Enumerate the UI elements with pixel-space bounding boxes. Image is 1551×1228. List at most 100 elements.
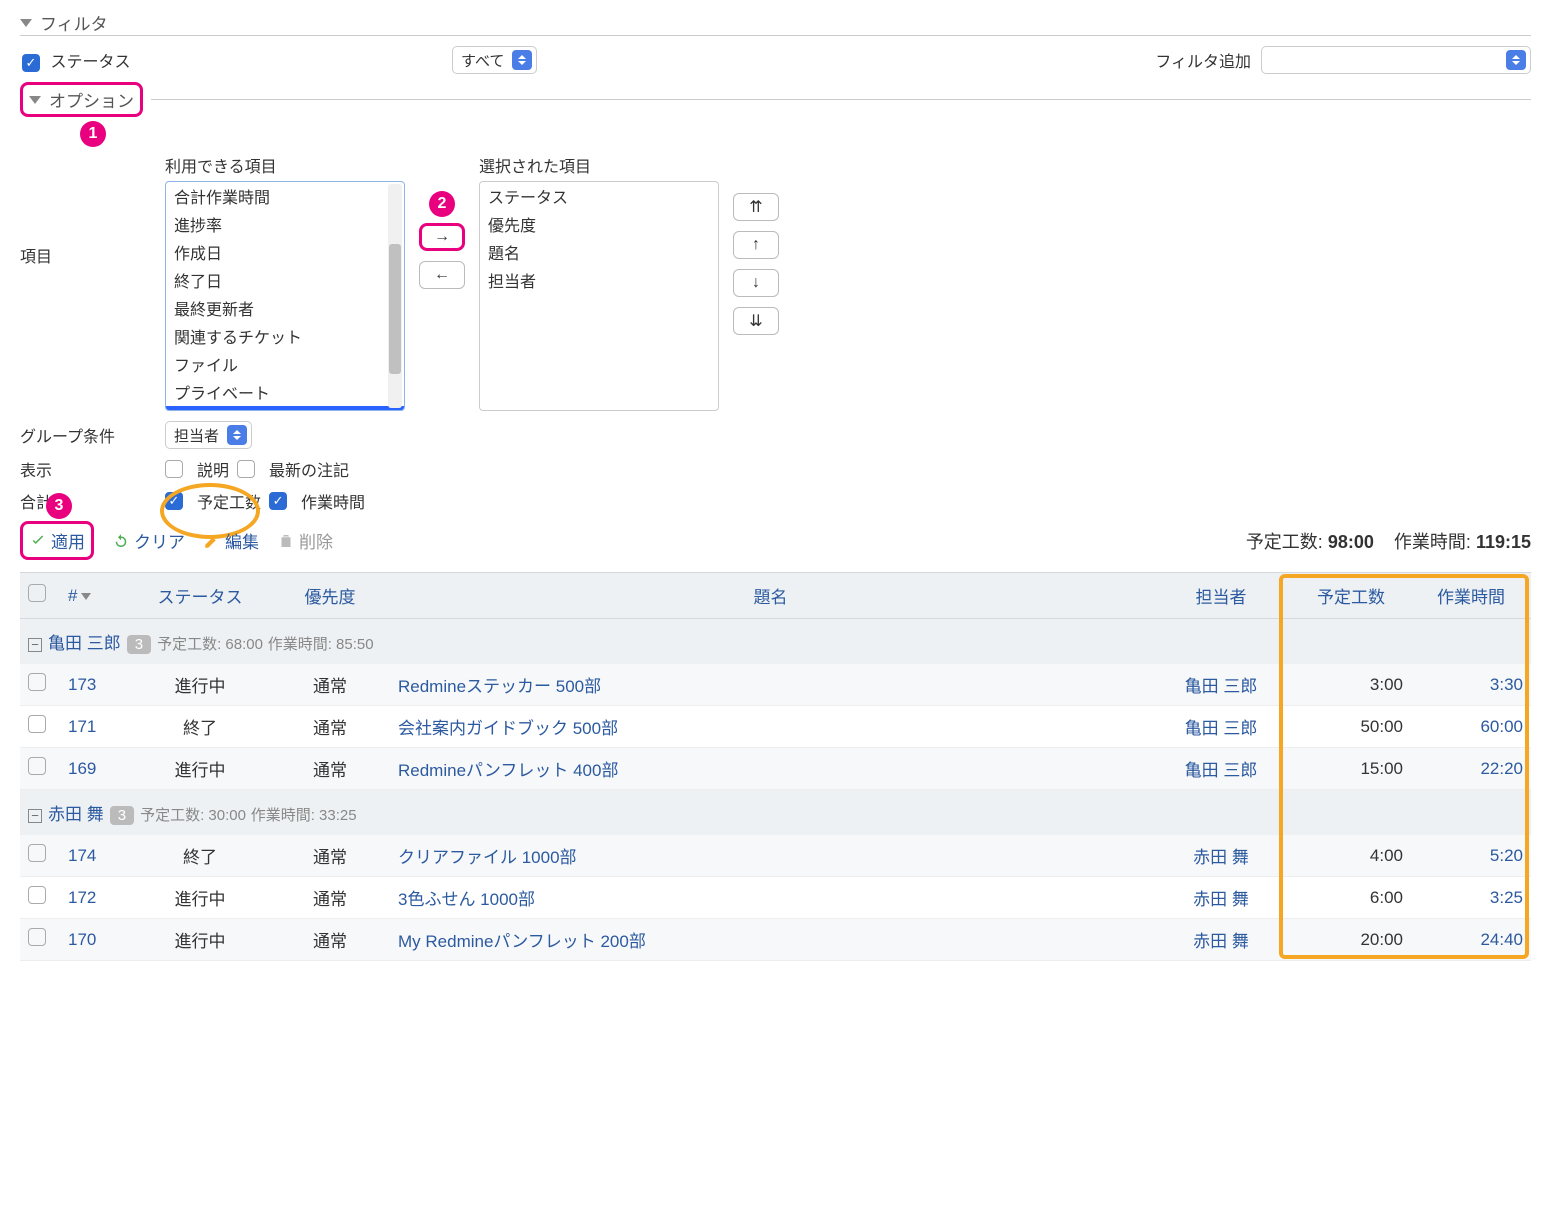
issue-id[interactable]: 174 [60, 835, 130, 877]
status-checkbox[interactable]: ✓ [22, 54, 40, 72]
scrollbar[interactable] [388, 184, 402, 408]
status-select-value: すべて [461, 50, 504, 71]
available-option[interactable]: 予定工数 [166, 406, 404, 411]
issue-spent[interactable]: 22:20 [1411, 748, 1531, 790]
trash-icon [277, 532, 295, 550]
col-subject[interactable]: 題名 [390, 573, 1151, 619]
issue-subject[interactable]: My Redmineパンフレット 200部 [390, 919, 1151, 961]
issue-assignee[interactable]: 亀田 三郎 [1151, 706, 1291, 748]
group-name[interactable]: 亀田 三郎 [48, 634, 121, 653]
issue-spent[interactable]: 24:40 [1411, 919, 1531, 961]
issue-assignee[interactable]: 亀田 三郎 [1151, 664, 1291, 706]
totals-est-checkbox[interactable]: ✓ [165, 492, 183, 510]
issue-status: 進行中 [130, 748, 270, 790]
issue-assignee[interactable]: 亀田 三郎 [1151, 748, 1291, 790]
available-option[interactable]: 合計作業時間 [166, 182, 404, 210]
issue-subject[interactable]: 3色ふせん 1000部 [390, 877, 1151, 919]
move-left-button[interactable]: ← [419, 261, 465, 289]
row-checkbox[interactable] [28, 844, 46, 862]
available-option[interactable]: 進捗率 [166, 210, 404, 238]
add-filter-select[interactable] [1261, 46, 1531, 74]
delete-label: 削除 [299, 528, 333, 553]
col-assignee[interactable]: 担当者 [1151, 573, 1291, 619]
delete-button[interactable]: 削除 [277, 528, 333, 553]
scrollbar-thumb[interactable] [389, 244, 401, 374]
move-top-button[interactable]: ⇈ [733, 193, 779, 221]
status-select[interactable]: すべて [452, 46, 537, 74]
issue-spent[interactable]: 5:20 [1411, 835, 1531, 877]
available-option[interactable]: 最終更新者 [166, 294, 404, 322]
row-checkbox[interactable] [28, 715, 46, 733]
issue-spent[interactable]: 3:25 [1411, 877, 1531, 919]
issue-est: 3:00 [1291, 664, 1411, 706]
issue-subject[interactable]: クリアファイル 1000部 [390, 835, 1151, 877]
columns-row-label: 項目 [20, 153, 165, 267]
selected-columns-label: 選択された項目 [479, 153, 719, 177]
col-priority[interactable]: 優先度 [270, 573, 390, 619]
move-bottom-button[interactable]: ⇊ [733, 307, 779, 335]
row-checkbox[interactable] [28, 886, 46, 904]
issue-status: 進行中 [130, 877, 270, 919]
issue-assignee[interactable]: 赤田 舞 [1151, 919, 1291, 961]
selected-option[interactable]: 担当者 [480, 266, 718, 294]
clear-button[interactable]: クリア [112, 528, 185, 553]
available-option[interactable]: プライベート [166, 378, 404, 406]
sort-desc-icon [81, 593, 91, 600]
group-est: 予定工数: 68:00 [157, 636, 263, 653]
available-columns-listbox[interactable]: 合計作業時間進捗率作成日終了日最終更新者関連するチケットファイルプライベート予定… [165, 181, 405, 411]
select-all-checkbox[interactable] [28, 584, 46, 602]
issue-subject[interactable]: Redmineステッカー 500部 [390, 664, 1151, 706]
col-est[interactable]: 予定工数 [1291, 573, 1411, 619]
available-option[interactable]: 終了日 [166, 266, 404, 294]
row-checkbox[interactable] [28, 757, 46, 775]
group-name[interactable]: 赤田 舞 [48, 805, 104, 824]
issue-priority: 通常 [270, 835, 390, 877]
issue-spent[interactable]: 3:30 [1411, 664, 1531, 706]
issue-spent[interactable]: 60:00 [1411, 706, 1531, 748]
issue-status: 進行中 [130, 919, 270, 961]
selected-option[interactable]: 優先度 [480, 210, 718, 238]
selected-columns-listbox[interactable]: ステータス優先度題名担当者 [479, 181, 719, 411]
group-by-label: グループ条件 [20, 423, 165, 447]
row-checkbox[interactable] [28, 673, 46, 691]
issue-id[interactable]: 172 [60, 877, 130, 919]
issue-id[interactable]: 170 [60, 919, 130, 961]
issue-assignee[interactable]: 赤田 舞 [1151, 877, 1291, 919]
row-checkbox[interactable] [28, 928, 46, 946]
col-id[interactable]: # [60, 573, 130, 619]
annotation-badge-3: 3 [46, 493, 72, 519]
group-count: 3 [110, 806, 134, 825]
issue-priority: 通常 [270, 877, 390, 919]
pencil-icon [203, 532, 221, 550]
totals-spent-checkbox[interactable]: ✓ [269, 492, 287, 510]
issue-assignee[interactable]: 赤田 舞 [1151, 835, 1291, 877]
show-last-note-checkbox[interactable] [237, 460, 255, 478]
available-option[interactable]: 作成日 [166, 238, 404, 266]
issue-id[interactable]: 169 [60, 748, 130, 790]
edit-button[interactable]: 編集 [203, 528, 259, 553]
available-option[interactable]: 関連するチケット [166, 322, 404, 350]
collapse-group-icon[interactable]: − [28, 638, 42, 652]
options-title[interactable]: オプション [49, 87, 134, 112]
available-option[interactable]: ファイル [166, 350, 404, 378]
issue-subject[interactable]: Redmineパンフレット 400部 [390, 748, 1151, 790]
selected-option[interactable]: 題名 [480, 238, 718, 266]
move-right-button[interactable]: → [419, 223, 465, 251]
issue-id[interactable]: 173 [60, 664, 130, 706]
show-description-checkbox[interactable] [165, 460, 183, 478]
move-down-button[interactable]: ↓ [733, 269, 779, 297]
group-by-select[interactable]: 担当者 [165, 421, 252, 449]
select-arrow-icon [512, 50, 532, 70]
col-status[interactable]: ステータス [130, 573, 270, 619]
show-label: 表示 [20, 457, 165, 481]
collapse-group-icon[interactable]: − [28, 809, 42, 823]
collapse-icon [29, 96, 41, 104]
move-up-button[interactable]: ↑ [733, 231, 779, 259]
col-spent[interactable]: 作業時間 [1411, 573, 1531, 619]
options-header-row: オプション [20, 82, 1531, 117]
selected-option[interactable]: ステータス [480, 182, 718, 210]
apply-button[interactable]: 適用 [20, 521, 94, 560]
filters-header[interactable]: フィルタ [20, 10, 1531, 36]
issue-subject[interactable]: 会社案内ガイドブック 500部 [390, 706, 1151, 748]
issue-id[interactable]: 171 [60, 706, 130, 748]
